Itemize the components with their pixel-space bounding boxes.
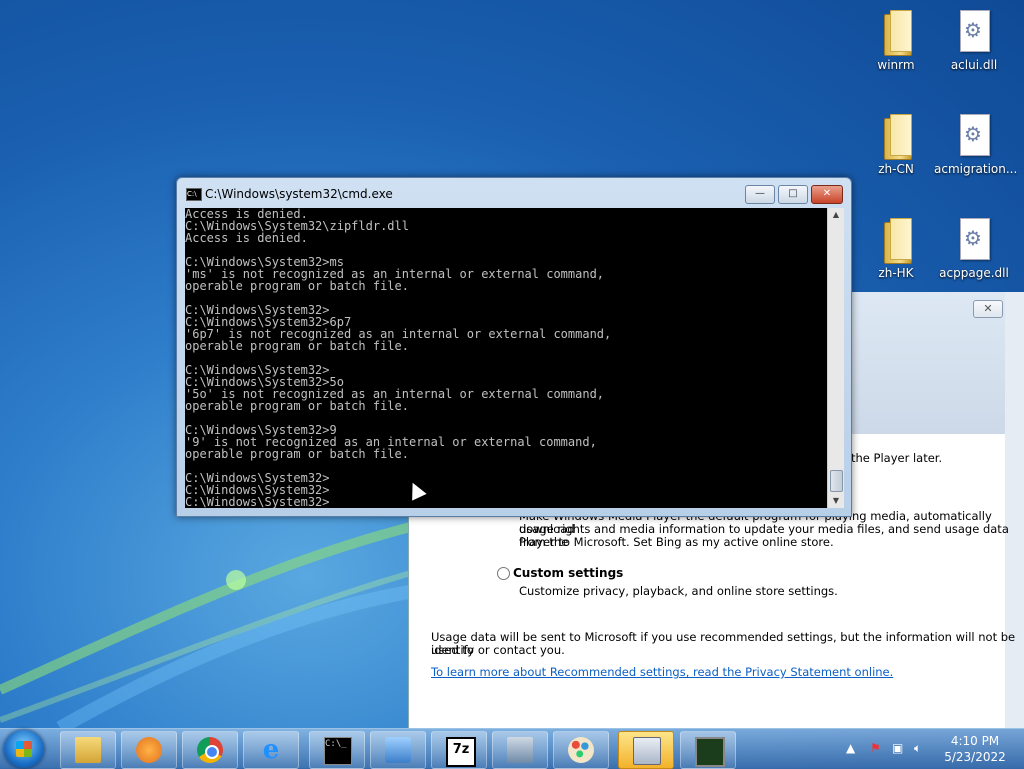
- cmd-icon: C:\_: [324, 737, 352, 765]
- folder-icon: [876, 112, 916, 160]
- player-later-text: the Player later.: [851, 451, 943, 465]
- desktop-icon-acppage[interactable]: acppage.dll: [938, 216, 1010, 280]
- desktop-icon-zh-hk[interactable]: zh-HK: [860, 216, 932, 280]
- taskbar-network[interactable]: [492, 731, 548, 769]
- scroll-up-icon[interactable]: ▲: [828, 208, 844, 222]
- recommended-desc-line3: Player to Microsoft. Set Bing as my acti…: [519, 535, 834, 549]
- cmd-icon: C:\: [186, 188, 202, 201]
- taskbar-paint[interactable]: [553, 731, 609, 769]
- custom-settings-label[interactable]: Custom settings: [513, 567, 623, 580]
- control-panel-icon: [385, 737, 411, 763]
- usage-note-line2: identify or contact you.: [431, 643, 565, 657]
- volume-icon[interactable]: 🔈︎: [914, 741, 921, 756]
- privacy-statement-link[interactable]: To learn more about Recommended settings…: [431, 666, 893, 679]
- taskbar-chrome[interactable]: [182, 731, 238, 769]
- clock-time: 4:10 PM: [950, 734, 1000, 748]
- taskbar-media-player[interactable]: [121, 731, 177, 769]
- 7zip-icon: 7z: [446, 737, 476, 767]
- dll-file-icon: [954, 8, 994, 54]
- clock-date: 5/23/2022: [944, 750, 1006, 764]
- internet-explorer-icon: e: [262, 735, 280, 765]
- media-player-icon: [136, 737, 162, 763]
- folder-explorer-icon: [75, 737, 101, 763]
- folder-icon: [876, 216, 916, 264]
- console-text: Access is denied. C:\Windows\System32\zi…: [185, 208, 612, 508]
- calculator-icon: [633, 737, 661, 765]
- close-button[interactable]: ✕: [811, 185, 843, 204]
- taskbar-control-panel[interactable]: [370, 731, 426, 769]
- taskbar-internet-explorer[interactable]: e: [243, 731, 299, 769]
- system-monitor-icon: [695, 737, 725, 767]
- desktop-icon-acmigration[interactable]: acmigration...: [934, 112, 1017, 176]
- tray-expand-icon[interactable]: ▲: [846, 741, 855, 755]
- minimize-button[interactable]: —: [745, 185, 775, 204]
- dll-file-icon: [954, 112, 994, 158]
- custom-settings-radio[interactable]: [497, 567, 510, 580]
- dialog-close-button[interactable]: ✕: [973, 300, 1003, 318]
- scroll-thumb[interactable]: [830, 470, 843, 492]
- chrome-icon: [197, 737, 223, 763]
- console-output[interactable]: Access is denied. C:\Windows\System32\zi…: [185, 208, 827, 508]
- network-tray-icon[interactable]: ▣: [892, 741, 903, 755]
- maximize-button[interactable]: □: [778, 185, 808, 204]
- scroll-down-icon[interactable]: ▼: [828, 494, 844, 508]
- desktop-icon-winrm[interactable]: winrm: [860, 8, 932, 72]
- taskbar-calculator[interactable]: [618, 731, 674, 769]
- network-computer-icon: [507, 737, 533, 763]
- taskbar-7zip[interactable]: 7z: [431, 731, 487, 769]
- paint-palette-icon: [568, 737, 594, 763]
- taskbar-system-monitor[interactable]: [680, 731, 736, 769]
- start-button[interactable]: [4, 730, 44, 768]
- action-center-icon[interactable]: ⚑: [870, 741, 881, 755]
- taskbar: e C:\_ 7z ▲ ⚑ ▣ 🔈︎ 4:10 PM 5/23/2022: [0, 728, 1024, 769]
- cmd-window-title: C:\Windows\system32\cmd.exe: [205, 187, 393, 201]
- custom-settings-desc: Customize privacy, playback, and online …: [519, 584, 838, 598]
- taskbar-cmd[interactable]: C:\_: [309, 731, 365, 769]
- console-scrollbar[interactable]: ▲ ▼: [827, 208, 844, 508]
- desktop-icon-aclui[interactable]: aclui.dll: [938, 8, 1010, 72]
- taskbar-explorer[interactable]: [60, 731, 116, 769]
- folder-icon: [876, 8, 916, 56]
- cmd-window[interactable]: C:\ C:\Windows\system32\cmd.exe — □ ✕ Ac…: [176, 177, 852, 517]
- taskbar-clock[interactable]: 4:10 PM 5/23/2022: [940, 733, 1010, 765]
- dll-file-icon: [954, 216, 994, 262]
- desktop-icon-zh-cn[interactable]: zh-CN: [860, 112, 932, 176]
